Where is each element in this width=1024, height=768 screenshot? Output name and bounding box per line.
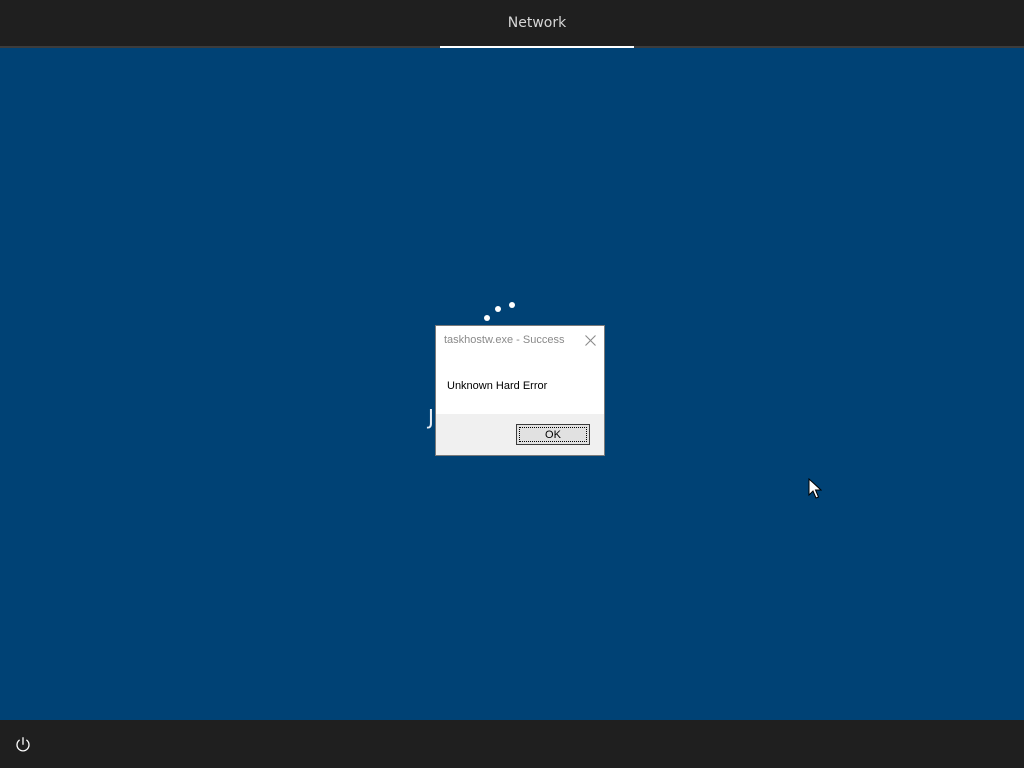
power-icon (16, 737, 30, 752)
spinner-dot (495, 306, 501, 312)
top-bar: Network (0, 0, 1024, 48)
dialog-footer: OK (436, 414, 604, 455)
mouse-cursor-icon (808, 478, 822, 499)
power-button[interactable] (12, 734, 34, 756)
tab-active-indicator (440, 46, 634, 48)
lock-screen: Network J taskhostw.exe - Success Unknow… (0, 0, 1024, 768)
close-icon (584, 334, 596, 346)
bottom-bar (0, 720, 1024, 768)
ok-button[interactable]: OK (516, 424, 590, 445)
tab-network-label: Network (507, 14, 567, 31)
dialog-titlebar[interactable]: taskhostw.exe - Success (436, 326, 604, 356)
username-text: J (428, 405, 434, 429)
spinner-dot (509, 302, 515, 308)
dialog-title: taskhostw.exe - Success (444, 334, 565, 346)
spinner-dot (484, 315, 490, 321)
dialog-message: Unknown Hard Error (447, 380, 548, 392)
focus-ring (519, 427, 587, 442)
error-dialog: taskhostw.exe - Success Unknown Hard Err… (435, 325, 605, 456)
tab-network[interactable]: Network (440, 0, 634, 48)
loading-spinner (480, 296, 524, 326)
close-button[interactable] (582, 332, 598, 348)
